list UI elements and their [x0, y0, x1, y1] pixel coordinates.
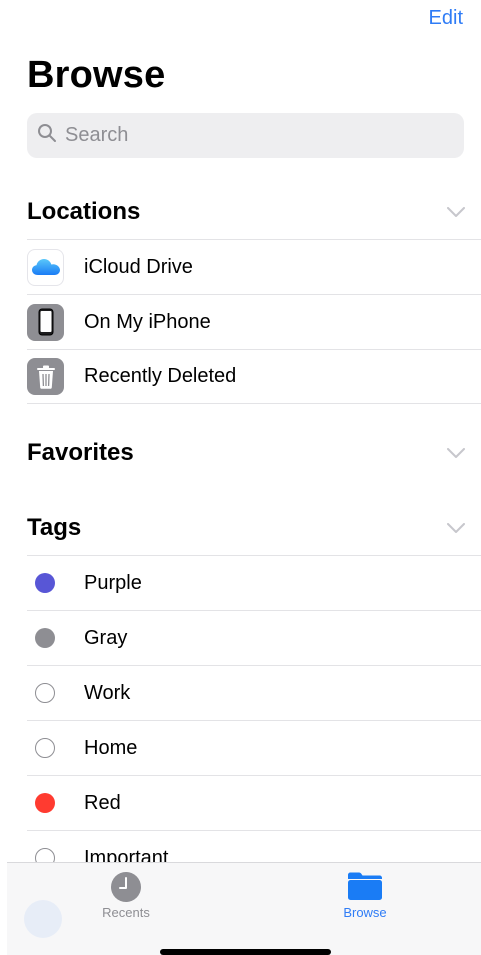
files-browse-screen: Edit Browse Locations: [0, 0, 481, 955]
folder-icon: [305, 871, 425, 903]
tag-label: Home: [84, 736, 138, 759]
location-label: Recently Deleted: [84, 365, 237, 387]
tags-list: Purple Gray Work Home Red Important: [27, 555, 481, 885]
location-label: iCloud Drive: [84, 255, 193, 278]
favorites-title: Favorites: [27, 439, 134, 466]
search-input[interactable]: [63, 123, 447, 148]
tag-color-dot: [35, 793, 55, 813]
search-icon: [37, 123, 57, 148]
tag-label: Red: [84, 791, 121, 814]
iphone-icon: [27, 303, 64, 341]
tag-item-work[interactable]: Work: [27, 665, 481, 720]
tag-color-dot: [35, 683, 55, 703]
tag-color-dot: [35, 628, 55, 648]
locations-title: Locations: [27, 198, 141, 225]
locations-list: iCloud Drive On My iPhone Recently Delet…: [27, 239, 481, 404]
trash-icon: [27, 358, 64, 395]
chevron-down-icon[interactable]: [446, 202, 466, 222]
tag-item-gray[interactable]: Gray: [27, 610, 481, 665]
tag-label: Work: [84, 681, 131, 704]
locations-section-header[interactable]: Locations: [27, 192, 481, 232]
clock-icon: [66, 871, 186, 903]
tab-browse-label: Browse: [343, 905, 387, 920]
tag-color-dot: [35, 573, 55, 593]
tag-color-dot: [35, 738, 55, 758]
search-bar[interactable]: [27, 113, 464, 158]
chevron-down-icon[interactable]: [446, 518, 466, 538]
favorites-section-header[interactable]: Favorites: [27, 433, 481, 473]
location-item-icloud-drive[interactable]: iCloud Drive: [27, 239, 481, 294]
tags-section-header[interactable]: Tags: [27, 508, 481, 548]
icloud-icon: [27, 248, 64, 286]
tag-item-purple[interactable]: Purple: [27, 555, 481, 610]
tag-item-red[interactable]: Red: [27, 775, 481, 830]
assistive-touch-bubble: [24, 900, 62, 938]
page-title: Browse: [27, 54, 166, 96]
tab-recents[interactable]: Recents: [66, 871, 186, 920]
tab-recents-label: Recents: [102, 905, 150, 920]
tag-item-home[interactable]: Home: [27, 720, 481, 775]
location-item-recently-deleted[interactable]: Recently Deleted: [27, 349, 481, 404]
tags-title: Tags: [27, 514, 82, 541]
tag-label: Gray: [84, 626, 128, 649]
tab-browse[interactable]: Browse: [305, 871, 425, 920]
tab-bar: Recents Browse: [7, 862, 481, 955]
chevron-down-icon[interactable]: [446, 443, 466, 463]
location-item-on-my-iphone[interactable]: On My iPhone: [27, 294, 481, 349]
tag-label: Purple: [84, 571, 142, 594]
edit-button[interactable]: Edit: [429, 7, 463, 30]
home-indicator[interactable]: [160, 949, 331, 955]
location-label: On My iPhone: [84, 310, 211, 333]
